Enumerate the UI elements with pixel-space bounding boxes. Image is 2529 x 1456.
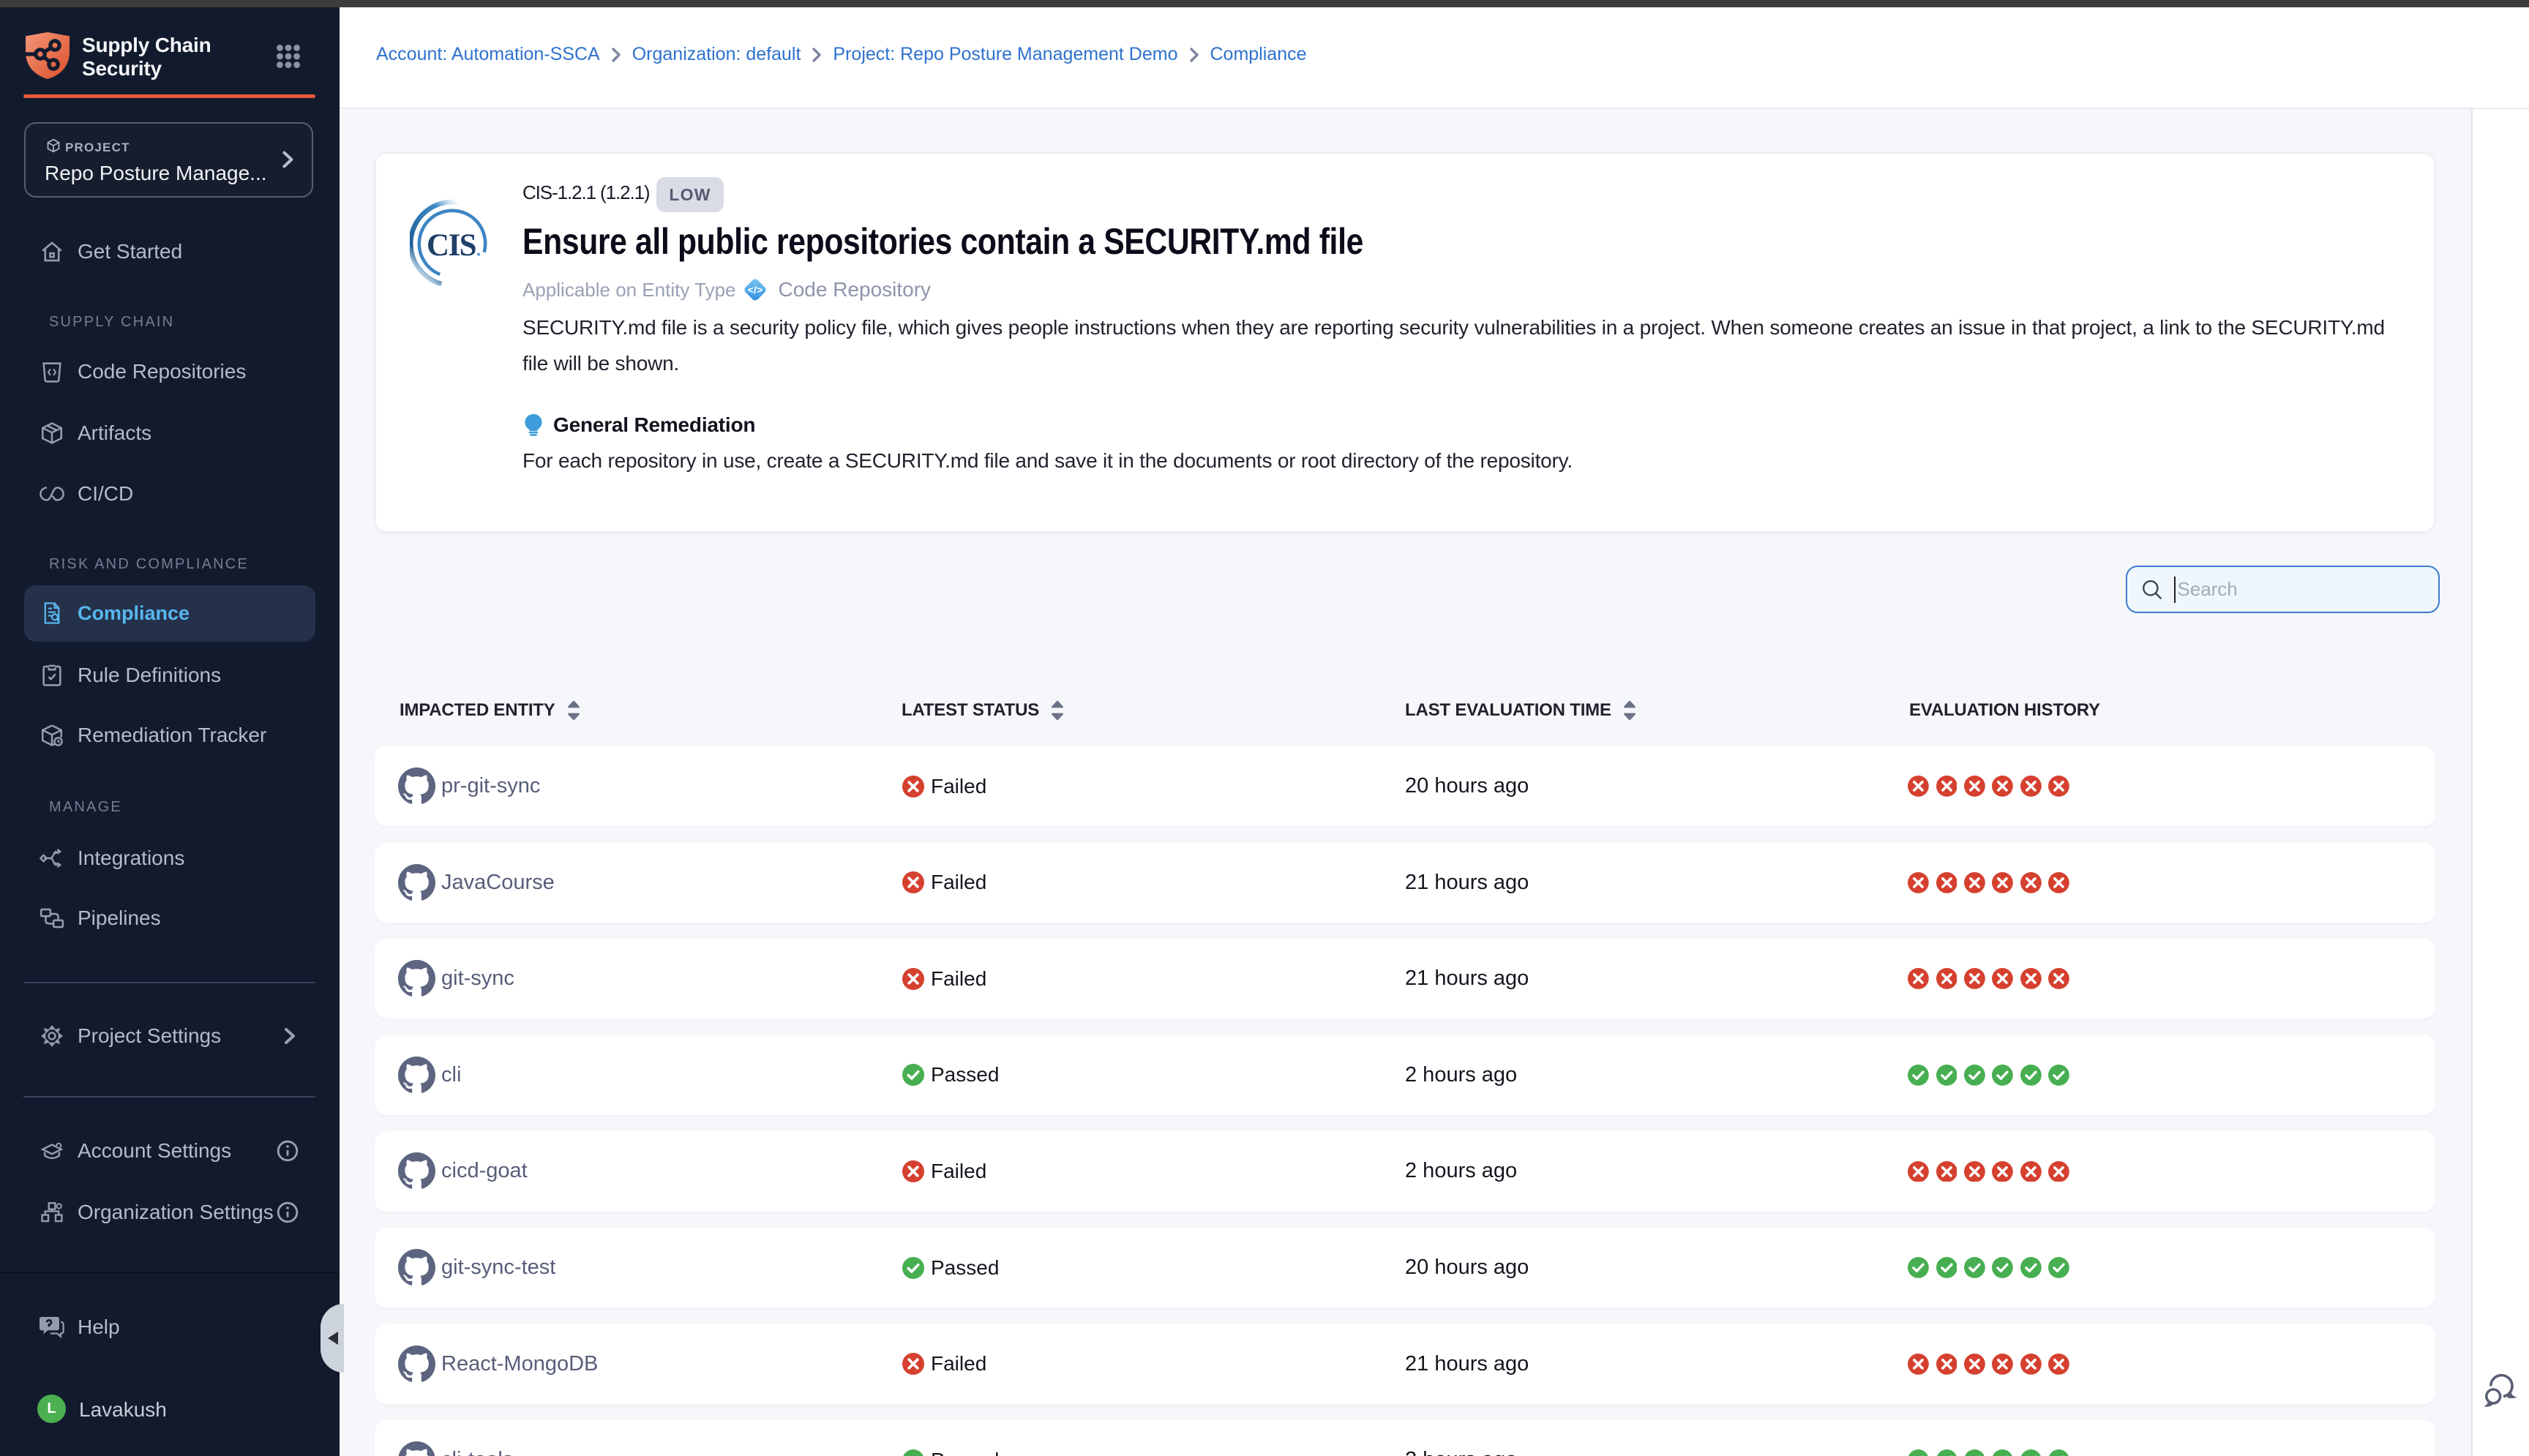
svg-text:</>: </>	[748, 284, 763, 296]
svg-text:CIS: CIS	[427, 228, 476, 263]
